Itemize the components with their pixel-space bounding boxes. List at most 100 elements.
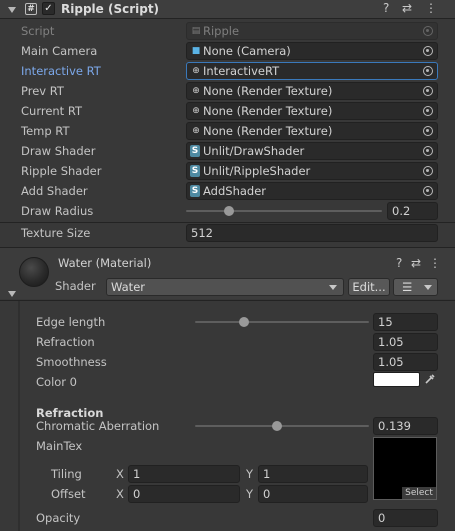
draw-radius-label: Draw Radius [21, 204, 94, 218]
render-texture-icon: ⊕ [192, 66, 200, 76]
shader-dropdown[interactable]: Water [106, 278, 344, 296]
chromatic-aberration-input[interactable]: 0.139 [373, 417, 438, 435]
tiling-y-input[interactable]: 1 [258, 465, 368, 483]
ripple-shader-field[interactable]: S Unlit/RippleShader [186, 162, 438, 180]
smoothness-label: Smoothness [36, 355, 107, 369]
component-title: Ripple (Script) [61, 2, 160, 16]
render-texture-icon: ⊕ [192, 126, 200, 136]
temp-rt-label: Temp RT [21, 124, 70, 138]
context-menu-icon[interactable]: ⋮ [425, 1, 437, 15]
object-picker-icon[interactable] [423, 106, 433, 116]
refraction-section-header: Refraction [36, 406, 104, 420]
material-foldout-arrow-icon[interactable] [8, 291, 16, 297]
interactive-rt-value: InteractiveRT [203, 64, 280, 78]
object-picker-icon[interactable] [423, 146, 433, 156]
offset-label: Offset [51, 487, 86, 501]
edit-shader-button[interactable]: Edit... [348, 278, 390, 296]
offset-y-label: Y [246, 487, 254, 501]
current-rt-value: None (Render Texture) [203, 104, 333, 118]
draw-radius-slider-thumb[interactable] [224, 206, 235, 216]
temp-rt-field[interactable]: ⊕ None (Render Texture) [186, 122, 438, 140]
maintex-select-button[interactable]: Select [402, 487, 436, 499]
object-picker-icon[interactable] [423, 186, 433, 196]
foldout-arrow-icon[interactable] [8, 7, 16, 13]
material-options-button[interactable]: ☰ [393, 278, 438, 296]
list-icon: ☰ [402, 280, 413, 294]
help-icon[interactable]: ? [383, 1, 389, 15]
chromatic-aberration-slider-thumb[interactable] [271, 421, 282, 431]
component-header[interactable]: # ✓ Ripple (Script) ? ⇄ ⋮ [0, 0, 455, 19]
edge-length-input[interactable]: 15 [373, 313, 438, 331]
preset-icon[interactable]: ⇄ [411, 256, 421, 270]
draw-shader-value: Unlit/DrawShader [203, 144, 305, 158]
tiling-x-label: X [116, 467, 124, 481]
object-picker-icon[interactable] [423, 66, 433, 76]
opacity-input[interactable]: 0 [373, 509, 438, 527]
script-icon: ▤ [191, 26, 201, 36]
preset-icon[interactable]: ⇄ [402, 1, 412, 15]
temp-rt-value: None (Render Texture) [203, 124, 333, 138]
script-label: Script [21, 24, 55, 38]
help-icon[interactable]: ? [396, 256, 402, 270]
texture-size-input[interactable]: 512 [186, 224, 438, 242]
prev-rt-field[interactable]: ⊕ None (Render Texture) [186, 82, 438, 100]
offset-x-label: X [116, 487, 124, 501]
script-field: ▤ Ripple [186, 22, 438, 40]
smoothness-input[interactable]: 1.05 [373, 353, 438, 371]
main-camera-value: None (Camera) [203, 44, 291, 58]
shader-icon: S [190, 145, 200, 157]
shader-icon: S [190, 185, 200, 197]
opacity-label: Opacity [36, 511, 81, 525]
script-value: Ripple [203, 24, 240, 38]
main-camera-field[interactable]: ■ None (Camera) [186, 42, 438, 60]
eyedropper-icon[interactable] [424, 373, 436, 388]
indent-guide [18, 301, 20, 531]
shader-dropdown-value: Water [111, 280, 145, 294]
interactive-rt-label: Interactive RT [21, 64, 101, 78]
object-picker-icon [423, 26, 433, 36]
camera-icon: ■ [191, 46, 201, 56]
chromatic-aberration-label: Chromatic Aberration [36, 419, 160, 433]
draw-shader-label: Draw Shader [21, 144, 96, 158]
maintex-label: MainTex [36, 439, 83, 453]
edge-length-label: Edge length [36, 315, 106, 329]
interactive-rt-field[interactable]: ⊕ InteractiveRT [186, 62, 438, 80]
color0-label: Color 0 [36, 375, 77, 389]
offset-y-input[interactable]: 0 [258, 485, 368, 503]
offset-x-input[interactable]: 0 [128, 485, 240, 503]
material-preview-thumbnail [19, 257, 49, 287]
shader-label: Shader [55, 279, 96, 293]
object-picker-icon[interactable] [423, 86, 433, 96]
add-shader-field[interactable]: S AddShader [186, 182, 438, 200]
shader-icon: S [190, 165, 200, 177]
prev-rt-label: Prev RT [21, 84, 64, 98]
component-enabled-checkbox[interactable]: ✓ [42, 2, 55, 15]
chromatic-aberration-slider-track[interactable] [195, 425, 369, 427]
tiling-x-input[interactable]: 1 [128, 465, 240, 483]
object-picker-icon[interactable] [423, 166, 433, 176]
material-title: Water (Material) [58, 256, 152, 270]
object-picker-icon[interactable] [423, 46, 433, 56]
add-shader-label: Add Shader [21, 184, 88, 198]
maintex-slot[interactable]: Select [373, 437, 437, 500]
ripple-shader-label: Ripple Shader [21, 164, 102, 178]
current-rt-label: Current RT [21, 104, 83, 118]
tiling-y-label: Y [246, 467, 254, 481]
refraction-label: Refraction [36, 335, 95, 349]
object-picker-icon[interactable] [423, 126, 433, 136]
current-rt-field[interactable]: ⊕ None (Render Texture) [186, 102, 438, 120]
divider [0, 222, 455, 223]
render-texture-icon: ⊕ [192, 86, 200, 96]
context-menu-icon[interactable]: ⋮ [429, 256, 441, 270]
main-camera-label: Main Camera [21, 44, 98, 58]
draw-radius-input[interactable]: 0.2 [387, 202, 438, 220]
color0-swatch[interactable] [373, 372, 420, 387]
render-texture-icon: ⊕ [192, 106, 200, 116]
draw-shader-field[interactable]: S Unlit/DrawShader [186, 142, 438, 160]
draw-radius-slider-track[interactable] [186, 210, 382, 212]
script-component-icon: # [25, 3, 37, 15]
edge-length-slider-track[interactable] [195, 321, 369, 323]
refraction-input[interactable]: 1.05 [373, 333, 438, 351]
add-shader-value: AddShader [203, 184, 267, 198]
edge-length-slider-thumb[interactable] [238, 317, 249, 327]
